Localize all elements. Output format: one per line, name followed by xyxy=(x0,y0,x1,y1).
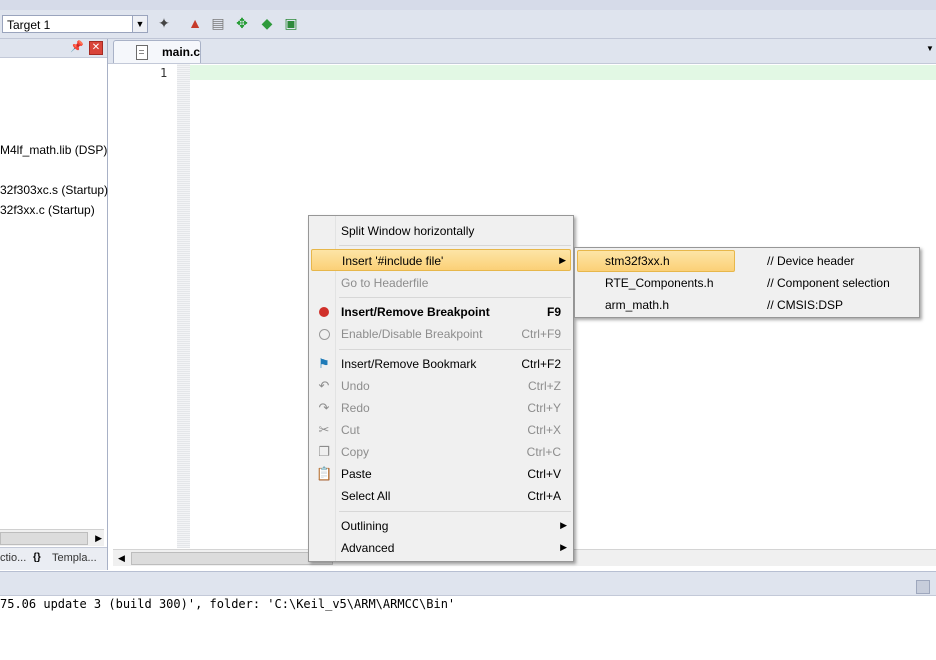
scroll-thumb[interactable] xyxy=(131,552,333,565)
menu-item-label: Enable/Disable Breakpoint xyxy=(341,327,483,341)
menu-item-label: Copy xyxy=(341,445,370,459)
submenu-item-stm32f3xx[interactable]: stm32f3xx.h // Device header xyxy=(577,250,854,272)
menu-item-shortcut: Ctrl+A xyxy=(527,489,561,503)
submenu-item-arm-math[interactable]: arm_math.h // CMSIS:DSP xyxy=(577,294,843,316)
menu-item-label: Advanced xyxy=(341,541,395,555)
window-control[interactable] xyxy=(916,580,930,594)
chevron-left-icon[interactable]: ◀ xyxy=(118,550,125,566)
menu-separator xyxy=(339,245,571,246)
breakpoint-outline-icon xyxy=(316,326,332,342)
tree-item[interactable]: M4lf_math.lib (DSP) xyxy=(0,143,107,157)
pack-icon[interactable]: ▣ xyxy=(282,14,300,32)
current-line[interactable] xyxy=(190,65,936,80)
include-file-submenu: stm32f3xx.h // Device header RTE_Compone… xyxy=(574,247,920,318)
submenu-item-rte-components[interactable]: RTE_Components.h // Component selection xyxy=(577,272,890,294)
redo-icon: ↷ xyxy=(318,400,330,415)
document-icon xyxy=(136,45,148,60)
menu-item-shortcut: Ctrl+V xyxy=(527,467,561,481)
menu-item-shortcut: Ctrl+Z xyxy=(528,379,561,393)
menu-item-label: Split Window horizontally xyxy=(341,224,475,238)
menu-item-enable-disable-breakpoint[interactable]: Enable/Disable Breakpoint Ctrl+F9 xyxy=(311,323,571,345)
diamond-icon[interactable]: ◆ xyxy=(258,14,276,32)
magic-wand-icon[interactable]: ✦ xyxy=(155,14,173,32)
tree-item[interactable]: 32f303xc.s (Startup) xyxy=(0,183,108,197)
include-file-name: RTE_Components.h xyxy=(605,276,714,290)
menu-item-insert-include[interactable]: Insert '#include file' ▶ xyxy=(311,249,571,271)
target-select-value: Target 1 xyxy=(7,18,51,32)
menu-item-cut[interactable]: ✂ Cut Ctrl+X xyxy=(311,419,571,441)
include-file-comment: // CMSIS:DSP xyxy=(767,298,844,312)
menu-item-shortcut: Ctrl+X xyxy=(527,423,561,437)
menu-item-paste[interactable]: 📋 Paste Ctrl+V xyxy=(311,463,571,485)
menu-item-go-to-headerfile[interactable]: Go to Headerfile xyxy=(311,272,571,294)
menu-item-label: Select All xyxy=(341,489,391,503)
fold-margin xyxy=(177,64,190,548)
menu-item-shortcut: Ctrl+C xyxy=(526,445,561,459)
submenu-arrow-icon: ▶ xyxy=(560,542,567,552)
menu-item-select-all[interactable]: Select All Ctrl+A xyxy=(311,485,571,507)
options-icon[interactable]: ▤ xyxy=(209,14,227,32)
menu-item-copy[interactable]: ❐ Copy Ctrl+C xyxy=(311,441,571,463)
submenu-arrow-icon: ▶ xyxy=(560,520,567,530)
project-panel xyxy=(0,39,108,570)
menu-separator xyxy=(339,511,571,512)
menu-item-shortcut: F9 xyxy=(546,305,561,319)
build-output-header xyxy=(0,577,936,596)
load-icon[interactable]: ▲ xyxy=(186,14,204,32)
close-icon[interactable]: ✕ xyxy=(89,41,103,55)
menu-item-label: Paste xyxy=(341,467,372,481)
menu-item-label: Outlining xyxy=(341,519,389,533)
tree-item[interactable]: 32f3xx.c (Startup) xyxy=(0,203,95,217)
menu-item-label: Go to Headerfile xyxy=(341,276,429,290)
include-file-comment: // Component selection xyxy=(767,276,890,290)
undo-icon: ↶ xyxy=(318,378,330,393)
menu-item-insert-remove-breakpoint[interactable]: Insert/Remove Breakpoint F9 xyxy=(311,301,571,323)
menu-item-advanced[interactable]: Advanced ▶ xyxy=(311,537,571,559)
pin-icon[interactable]: 📌 xyxy=(70,41,84,53)
menu-item-label: Insert/Remove Breakpoint xyxy=(341,305,490,319)
menu-item-label: Insert/Remove Bookmark xyxy=(341,357,477,371)
include-file-name: arm_math.h xyxy=(605,298,670,312)
manage-icon[interactable]: ✥ xyxy=(233,14,251,32)
scissors-icon: ✂ xyxy=(318,422,330,437)
chevron-right-icon[interactable]: ▶ xyxy=(95,530,102,546)
menu-item-shortcut: Ctrl+F2 xyxy=(521,357,561,371)
scroll-thumb[interactable] xyxy=(0,532,88,545)
tab-main-c[interactable]: main.c xyxy=(113,40,201,63)
include-file-name: stm32f3xx.h xyxy=(605,254,670,268)
menu-item-undo[interactable]: ↶ Undo Ctrl+Z xyxy=(311,375,571,397)
project-hscrollbar[interactable]: ▶ xyxy=(0,529,104,546)
menu-item-shortcut: Ctrl+F9 xyxy=(521,327,561,341)
editor-tabbar xyxy=(108,39,936,64)
build-output-text: 75.06 update 3 (build 300)', folder: 'C:… xyxy=(0,597,456,611)
menu-item-insert-remove-bookmark[interactable]: ⚑ Insert/Remove Bookmark Ctrl+F2 xyxy=(311,353,571,375)
menu-item-outlining[interactable]: Outlining ▶ xyxy=(311,515,571,537)
menu-item-label: Insert '#include file' xyxy=(342,254,444,268)
breakpoint-icon xyxy=(316,304,332,320)
menu-item-shortcut: Ctrl+Y xyxy=(527,401,561,415)
bookmark-flag-icon: ⚑ xyxy=(318,356,330,371)
menu-separator xyxy=(339,349,571,350)
editor-context-menu: Split Window horizontally Insert '#inclu… xyxy=(308,215,574,562)
clipboard-icon: 📋 xyxy=(316,466,333,481)
templates-icon: {} xyxy=(33,552,41,563)
submenu-arrow-icon: ▶ xyxy=(559,255,566,265)
menu-item-label: Cut xyxy=(341,423,360,437)
chevron-down-icon[interactable]: ▼ xyxy=(926,44,934,53)
menu-item-redo[interactable]: ↷ Redo Ctrl+Y xyxy=(311,397,571,419)
project-panel-tabs: ctio... {} Templa... xyxy=(0,547,107,570)
target-select[interactable]: Target 1 ▼ xyxy=(2,15,148,33)
tab-templates[interactable]: Templa... xyxy=(52,552,97,564)
copy-icon: ❐ xyxy=(318,444,330,459)
tab-functions[interactable]: ctio... xyxy=(0,552,26,564)
include-file-comment: // Device header xyxy=(767,254,855,268)
menu-item-split-window[interactable]: Split Window horizontally xyxy=(311,220,571,242)
line-number-gutter xyxy=(113,64,177,548)
line-number: 1 xyxy=(160,66,168,80)
tab-label: main.c xyxy=(162,45,201,59)
menu-item-label: Undo xyxy=(341,379,370,393)
menu-separator xyxy=(339,297,571,298)
menu-item-label: Redo xyxy=(341,401,370,415)
chevron-down-icon[interactable]: ▼ xyxy=(132,16,147,32)
